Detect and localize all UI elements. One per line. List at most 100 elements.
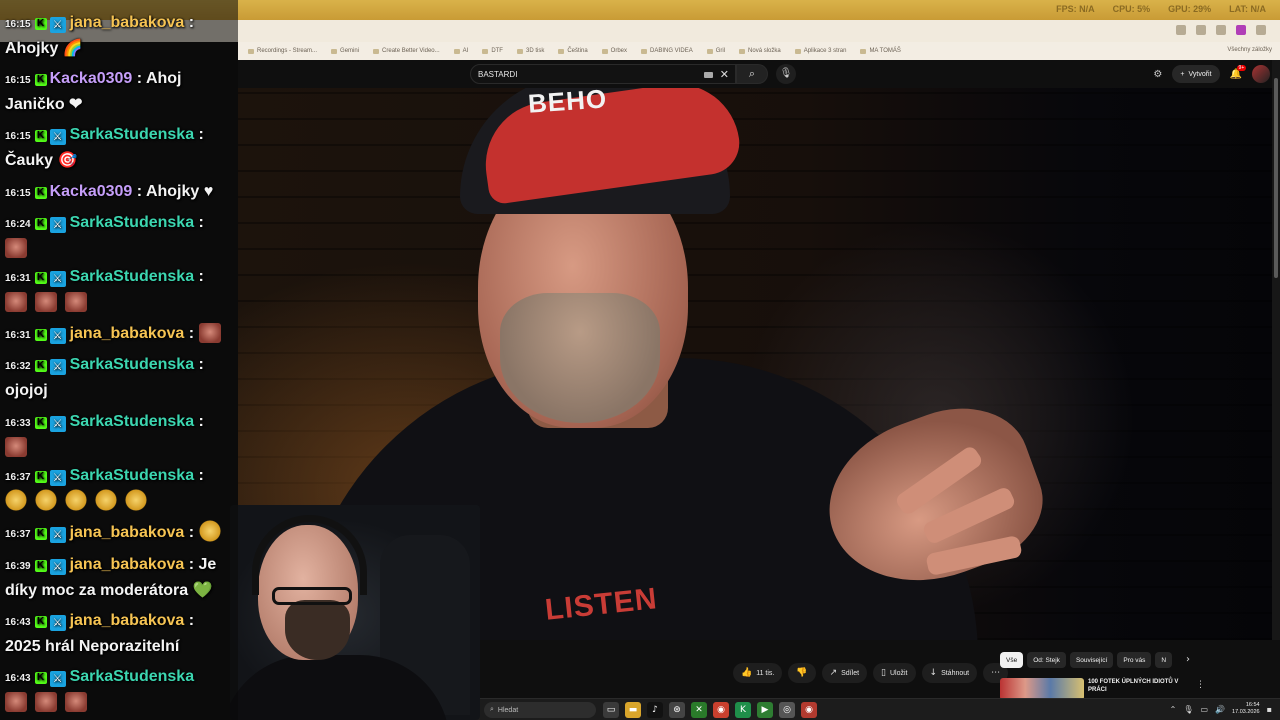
scrollbar-thumb[interactable] — [1274, 78, 1278, 278]
chevron-right-icon[interactable]: › — [1186, 654, 1190, 665]
clapping-hands-icon — [5, 489, 27, 511]
bookmark-folder[interactable]: Nová složka — [739, 48, 781, 54]
emote-icon — [65, 692, 87, 712]
chip-for-you[interactable]: Pro vás — [1117, 652, 1152, 668]
all-bookmarks[interactable]: Všechny záložky — [1227, 47, 1272, 53]
bookmark-label: MA TOMÁŠ — [869, 48, 901, 54]
taskbar-search[interactable]: ⌕ Hledat — [484, 702, 596, 718]
chatgpt-icon[interactable]: ⊛ — [669, 702, 685, 718]
tiktok-icon[interactable]: ♪ — [647, 702, 663, 718]
bookmark-label: 3D tisk — [525, 48, 545, 54]
clock-time: 16:54 — [1245, 702, 1260, 708]
bookmark-folder[interactable]: DTF — [482, 48, 503, 54]
search-button[interactable]: ⌕ — [736, 64, 768, 84]
save-button[interactable]: ▯ Uložit — [873, 663, 916, 683]
taskbar-search-placeholder: Hledat — [497, 706, 519, 714]
extension-icon[interactable] — [1216, 25, 1226, 35]
moderator-badge-icon: ⚔ — [49, 559, 66, 575]
chip-all[interactable]: Vše — [1000, 652, 1024, 668]
share-button[interactable]: ↗ Sdílet — [821, 663, 868, 683]
chip-from-channel[interactable]: Od: Stejk — [1027, 652, 1066, 668]
clapping-hands-icon — [65, 489, 87, 511]
chat-time: 16:15 — [5, 131, 31, 142]
taskbar-clock[interactable]: 16:54 17.03.2026 — [1232, 702, 1260, 716]
clear-search-icon[interactable]: ✕ — [720, 68, 729, 81]
chat-message: 16:37 K ⚔ jana_babakova : — [5, 520, 233, 546]
settings-icon[interactable]: ⚙ — [1153, 69, 1162, 80]
video-actions: 👍 11 tis. 👎 ↗ Sdílet ▯ Uložit ↓ Stáhnout ⋯ — [733, 663, 1009, 683]
chip-more[interactable]: N — [1155, 652, 1173, 668]
star-icon[interactable] — [1196, 25, 1206, 35]
chat-message: 16:31 K ⚔ jana_babakova : — [5, 321, 233, 347]
moderator-badge-icon: ⚔ — [49, 671, 66, 687]
moderator-badge-icon: ⚔ — [49, 470, 66, 486]
bookmark-item[interactable]: Gemini — [331, 48, 359, 54]
folder-icon — [558, 48, 565, 54]
chrome-active-icon[interactable]: ◉ — [801, 702, 817, 718]
bookmark-label: Aplikace 3 stran — [803, 48, 847, 54]
create-button[interactable]: + Vytvořit — [1172, 65, 1220, 83]
page-scrollbar[interactable] — [1272, 60, 1280, 700]
chat-text: Ahojky 🌈 — [5, 40, 83, 57]
search-input[interactable]: BASTARDI ✕ — [470, 64, 736, 84]
clapping-hands-icon — [125, 489, 147, 511]
notifications-button[interactable]: 🔔 9+ — [1230, 64, 1247, 80]
recommended-video[interactable]: 100 FOTEK ÚPLNÝCH IDIOTŮ V PRÁCI ⋮ — [1000, 678, 1260, 700]
bookmark-icon — [373, 48, 380, 54]
download-button[interactable]: ↓ Stáhnout — [921, 663, 978, 683]
recommended-title[interactable]: 100 FOTEK ÚPLNÝCH IDIOTŮ V PRÁCI — [1088, 678, 1198, 694]
keyboard-icon[interactable] — [704, 72, 713, 78]
taskbar-apps: ▭ ▬ ♪ ⊛ ✕ ◉ K ▶ ◎ ◉ — [603, 702, 817, 718]
bookmark-folder[interactable]: Orbex — [601, 48, 627, 54]
related-filter-chips: Vše Od: Stejk Související Pro vás N — [1000, 652, 1173, 668]
thumbs-down-icon: 👎 — [796, 668, 808, 678]
file-explorer-icon[interactable]: ▬ — [625, 702, 641, 718]
bookmark-folder[interactable]: Aplikace 3 stran — [794, 48, 847, 54]
kick-icon[interactable]: K — [735, 702, 751, 718]
chip-related[interactable]: Související — [1069, 652, 1114, 668]
voice-search-button[interactable]: 🎙 — [776, 64, 796, 84]
save-label: Uložit — [890, 669, 908, 677]
bookmark-item[interactable]: Recordings - Stream... — [248, 48, 317, 54]
moderator-badge-icon: ⚔ — [49, 17, 66, 33]
moderator-badge-icon: ⚔ — [49, 328, 66, 344]
kick-badge-icon: K — [34, 528, 47, 540]
lat-stat: LAT: N/A — [1229, 4, 1266, 14]
kebab-menu-icon[interactable]: ⋮ — [1196, 680, 1205, 690]
like-button[interactable]: 👍 11 tis. — [733, 663, 783, 683]
chrome-icon[interactable]: ◉ — [713, 702, 729, 718]
chevron-up-icon[interactable]: ⌃ — [1170, 705, 1177, 714]
bookmark-item[interactable]: Create Better Video... — [373, 48, 440, 54]
volume-icon[interactable]: 🔊 — [1215, 705, 1225, 714]
chat-time: 16:31 — [5, 273, 31, 284]
network-icon[interactable]: ▭ — [1201, 705, 1209, 714]
avatar[interactable] — [1252, 65, 1270, 83]
notification-icon[interactable]: ▪ — [1267, 705, 1272, 714]
plus-icon: + — [1180, 70, 1185, 78]
play-icon[interactable]: ▶ — [757, 702, 773, 718]
xbox-icon[interactable]: ✕ — [691, 702, 707, 718]
task-view-icon[interactable]: ▭ — [603, 702, 619, 718]
recommended-thumbnail[interactable] — [1000, 678, 1084, 700]
chat-username: SarkaStudenska — [69, 413, 195, 430]
folder-icon — [601, 48, 608, 54]
folder-icon — [482, 48, 489, 54]
chat-time: 16:43 — [5, 617, 31, 628]
chat-username: jana_babakova — [69, 612, 185, 629]
emote-icon — [5, 437, 27, 457]
bookmark-folder[interactable]: MA TOMÁŠ — [860, 48, 901, 54]
profile-icon[interactable] — [1236, 25, 1246, 35]
app-icon[interactable]: ◎ — [779, 702, 795, 718]
bookmark-folder[interactable]: DABING VIDEA — [641, 48, 693, 54]
menu-icon[interactable] — [1256, 25, 1266, 35]
bookmark-folder[interactable]: AI — [453, 48, 468, 54]
search-query: BASTARDI — [478, 70, 518, 79]
bookmark-folder[interactable]: 3D tisk — [516, 48, 545, 54]
bookmark-folder[interactable]: Gril — [706, 48, 725, 54]
emote-icon — [35, 692, 57, 712]
microphone-icon[interactable]: 🎙 — [1183, 705, 1193, 714]
chat-time: 16:43 — [5, 673, 31, 684]
dislike-button[interactable]: 👎 — [788, 663, 816, 683]
extension-icon[interactable] — [1176, 25, 1186, 35]
bookmark-folder[interactable]: Čeština — [558, 48, 588, 54]
